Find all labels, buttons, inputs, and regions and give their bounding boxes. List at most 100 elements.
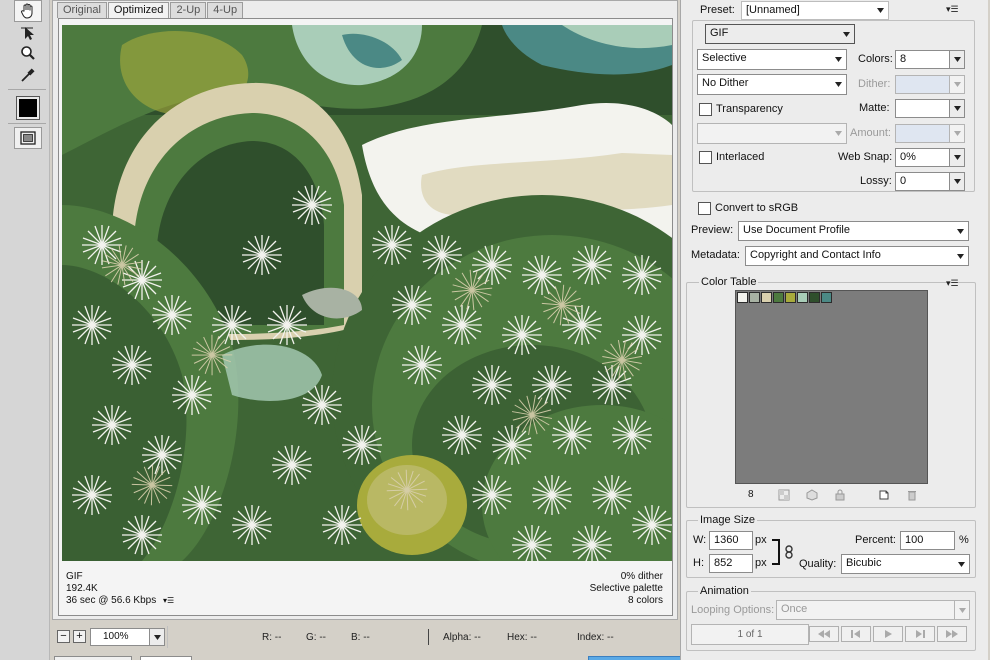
tab-original[interactable]: Original [57,2,107,18]
transparency-dither-select [697,123,847,144]
width-unit: px [755,534,767,546]
chevron-down-icon [949,76,964,93]
optimized-image-preview[interactable] [62,25,672,561]
blue-readout: B: -- [351,632,370,643]
cactus-image [62,25,672,561]
tab-optimized[interactable]: Optimized [107,2,170,18]
chevron-down-icon [954,601,969,619]
hand-tool[interactable] [14,0,42,22]
color-swatch[interactable] [761,292,772,303]
slices-visibility-icon [20,131,36,145]
lock-color-icon[interactable] [834,489,846,501]
eyedropper-color[interactable] [14,96,42,120]
dither-algorithm-select[interactable]: No Dither [697,74,847,95]
web-snap-value: 0% [900,151,916,163]
metadata-label: Metadata: [691,249,740,261]
color-reduction-value: Selective [702,52,747,64]
preview-info-right: 0% dither Selective palette 8 colors [590,571,663,607]
chevron-down-icon [953,222,968,240]
chevron-down-icon [831,75,846,94]
preview-frame: GIF 192.4K 36 sec @ 56.6 Kbps ▾☰ 0% dith… [58,18,673,616]
play-icon [885,630,892,638]
convert-srgb-label: Convert to sRGB [715,202,799,214]
transparency-checkbox[interactable] [699,103,712,116]
web-snap-select[interactable]: 0% [895,148,965,167]
chevron-down-icon [949,125,964,142]
zoom-out-button[interactable]: − [57,630,70,643]
colors-value: 8 [900,53,907,65]
preview-label: Preview: [691,224,734,236]
convert-srgb-checkbox[interactable] [698,202,711,215]
interlaced-label: Interlaced [716,151,765,163]
tool-separator [8,123,46,124]
toggle-slices-visibility[interactable] [14,127,42,149]
color-swatch[interactable] [749,292,760,303]
view-tabs: Original Optimized 2-Up 4-Up [57,2,244,18]
chevron-down-icon [954,555,969,573]
download-time-readout: 36 sec @ 56.6 Kbps ▾☰ [66,595,174,607]
looping-options-select: Once [776,600,970,620]
interlaced-checkbox[interactable] [699,151,712,164]
bottom-button-partial[interactable] [54,656,132,660]
red-readout: R: -- [262,632,282,643]
alpha-readout: Alpha: -- [443,632,481,643]
height-label: H: [693,557,704,569]
zoom-tool[interactable] [14,42,42,64]
hand-icon [21,3,33,19]
slice-select-tool[interactable] [14,22,42,44]
chevron-down-icon [839,25,854,43]
color-swatch[interactable] [821,292,832,303]
color-table-title: Color Table [699,276,759,288]
tab-2-up[interactable]: 2-Up [170,2,207,18]
dither-amount-field [895,75,965,94]
preset-select[interactable]: [Unnamed] [741,1,889,20]
link-icon[interactable] [785,545,794,562]
dither-label: Dither: [858,78,891,90]
metadata-select[interactable]: Copyright and Contact Info [745,246,969,266]
zoom-level-select[interactable]: 100% [90,628,165,646]
metadata-value: Copyright and Contact Info [750,249,881,261]
status-separator [167,626,168,648]
download-time-text: 36 sec @ 56.6 Kbps [66,595,157,606]
lossy-select[interactable]: 0 [895,172,965,191]
width-field[interactable]: 1360 [709,531,753,550]
preview-profile-select[interactable]: Use Document Profile [738,221,969,241]
matte-select[interactable] [895,99,965,118]
quality-value: Bicubic [846,557,882,569]
color-swatch[interactable] [797,292,808,303]
color-swatch[interactable] [737,292,748,303]
preset-value: [Unnamed] [746,4,800,16]
play-button [873,626,903,642]
animation-title: Animation [698,585,751,597]
bottom-field-partial[interactable] [140,656,192,660]
menu-icon[interactable]: ▾☰ [163,596,174,605]
percent-field[interactable]: 100 [900,531,955,550]
chevron-down-icon [953,247,968,265]
dither-algorithm-value: No Dither [702,77,749,89]
colors-label: Colors: [858,53,893,65]
panel-menu-icon[interactable]: ▾☰ [946,4,959,15]
color-swatch[interactable] [809,292,820,303]
format-select[interactable]: GIF [705,24,855,44]
color-table-menu-icon[interactable]: ▾☰ [946,278,959,289]
frame-counter-text: 1 of 1 [737,629,763,640]
color-reduction-select[interactable]: Selective [697,49,847,70]
eyedropper-tool[interactable] [14,64,42,86]
map-to-transparent-icon[interactable] [778,489,790,501]
zoom-in-button[interactable]: + [73,630,86,643]
preview-profile-value: Use Document Profile [743,224,850,236]
tab-4-up[interactable]: 4-Up [207,2,244,18]
first-frame-icon [818,630,830,638]
delete-color-icon[interactable] [906,489,918,501]
web-snap-icon[interactable] [806,489,818,501]
colors-select[interactable]: 8 [895,50,965,69]
transparency-label: Transparency [716,103,783,115]
color-swatch[interactable] [785,292,796,303]
looping-options-label: Looping Options: [691,604,775,616]
quality-select[interactable]: Bicubic [841,554,970,574]
frame-counter: 1 of 1 [691,624,809,645]
new-color-icon[interactable] [878,489,890,501]
matte-label: Matte: [859,102,890,114]
height-field[interactable]: 852 [709,554,753,573]
color-swatch[interactable] [773,292,784,303]
